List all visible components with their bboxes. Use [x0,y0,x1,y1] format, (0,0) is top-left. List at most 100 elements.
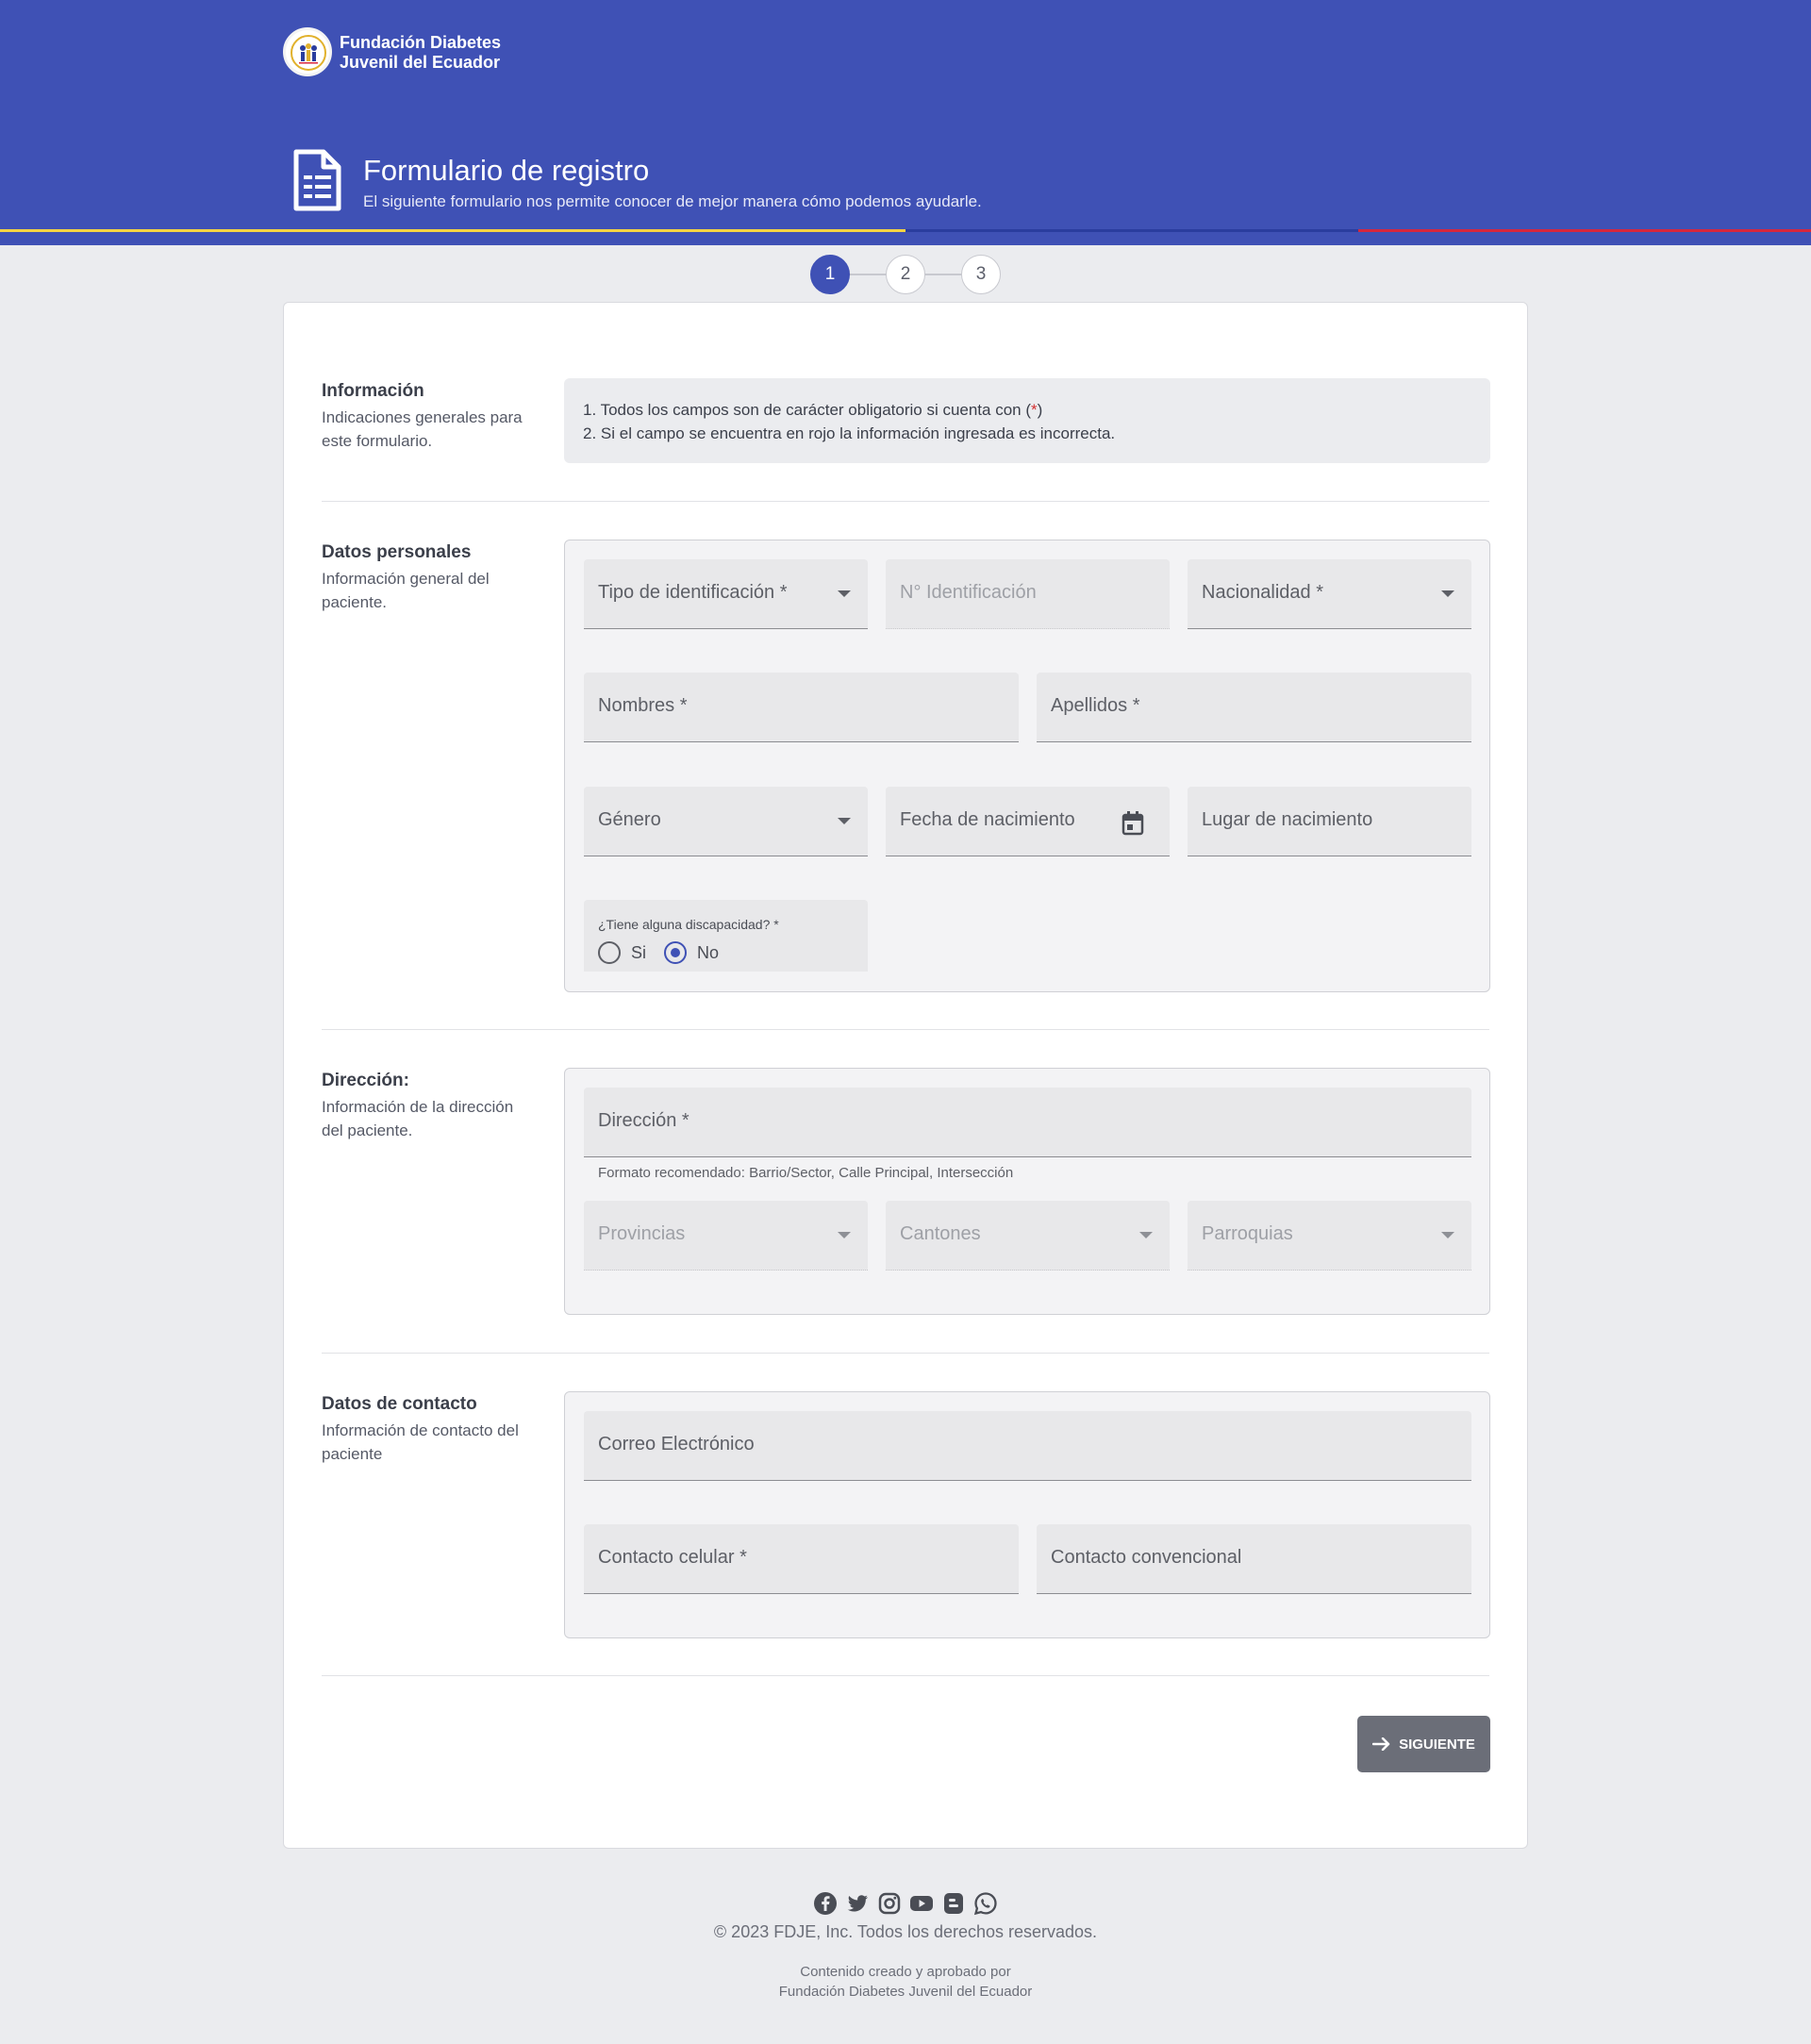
canton-select[interactable]: Cantones [886,1201,1170,1271]
address-section-title: Dirección: [322,1071,409,1090]
first-names-input[interactable]: Nombres * [584,673,1019,742]
landline-input[interactable]: Contacto convencional [1037,1524,1471,1594]
contact-section-desc: Información de contacto del paciente [322,1421,519,1463]
disability-no-label[interactable]: No [697,943,719,963]
arrow-right-icon [1372,1737,1390,1751]
document-icon [293,149,341,211]
stepper-connector [849,274,887,275]
flag-line-red [1358,229,1811,232]
address-section-desc: Información de la dirección del paciente… [322,1098,514,1139]
contact-section-label: Datos de contacto Información de contact… [322,1394,539,1466]
flag-line-yellow [0,229,906,232]
page-title: Formulario de registro [363,154,650,187]
instagram-icon[interactable] [877,1891,902,1916]
youtube-icon[interactable] [909,1891,934,1916]
personal-section-title: Datos personales [322,542,472,562]
disability-question: ¿Tiene alguna discapacidad? * [598,917,779,932]
parish-label: Parroquias [1202,1223,1293,1244]
footer-credit-line1: Contenido creado y aprobado por [800,1964,1011,1980]
email-label: Correo Electrónico [598,1434,755,1454]
disability-yes-label[interactable]: Si [631,943,646,963]
foundation-logo-icon [291,35,326,71]
address-hint: Formato recomendado: Barrio/Sector, Call… [598,1165,1014,1181]
dropdown-arrow-icon [1441,1232,1454,1238]
last-names-label: Apellidos * [1051,695,1140,716]
flag-line-blue [906,229,1358,232]
personal-data-panel: Tipo de identificación * N° Identificaci… [564,540,1490,992]
parish-select[interactable]: Parroquias [1188,1201,1471,1271]
last-names-input[interactable]: Apellidos * [1037,673,1471,742]
canton-label: Cantones [900,1223,981,1244]
section-divider [322,1029,1489,1030]
required-star: * [1031,401,1038,419]
province-label: Provincias [598,1223,686,1244]
dropdown-arrow-icon [1139,1232,1153,1238]
section-divider [322,1675,1489,1676]
id-type-select[interactable]: Tipo de identificación * [584,559,868,629]
blogger-icon[interactable] [941,1891,966,1916]
mobile-input[interactable]: Contacto celular * [584,1524,1019,1594]
info-section-desc: Indicaciones generales para este formula… [322,408,523,450]
info-line-2: 2. Si el campo se encuentra en rojo la i… [583,424,1116,442]
gender-select[interactable]: Género [584,787,868,856]
social-links [813,1891,998,1916]
foundation-logo[interactable] [283,27,332,76]
id-type-label: Tipo de identificación * [598,582,788,603]
whatsapp-icon[interactable] [973,1891,998,1916]
dropdown-arrow-icon [838,818,851,824]
personal-section-label: Datos personales Información general del… [322,542,539,614]
info-section-label: Información Indicaciones generales para … [322,381,539,453]
address-label: Dirección * [598,1110,690,1131]
brand-name-line2: Juvenil del Ecuador [340,53,501,72]
id-number-label: N° Identificación [900,582,1037,603]
nationality-label: Nacionalidad * [1202,582,1323,603]
copyright-text: © 2023 FDJE, Inc. Todos los derechos res… [713,1922,1098,1941]
footer-credit: Contenido creado y aprobado por Fundació… [0,1962,1811,2002]
first-names-label: Nombres * [598,695,688,716]
id-number-input[interactable]: N° Identificación [886,559,1170,629]
next-button[interactable]: SIGUIENTE [1357,1716,1490,1772]
dropdown-arrow-icon [838,1232,851,1238]
info-section-title: Información [322,381,424,401]
dropdown-arrow-icon [838,590,851,597]
stepper: 1 2 3 [810,255,1001,294]
step-2[interactable]: 2 [886,255,925,294]
disability-yes-radio[interactable] [598,941,621,964]
address-section-label: Dirección: Información de la dirección d… [322,1071,539,1142]
mobile-label: Contacto celular * [598,1547,747,1568]
brand-name-line1: Fundación Diabetes [340,33,502,52]
disability-radio-group: ¿Tiene alguna discapacidad? * Si No [584,900,868,972]
address-panel: Dirección * Formato recomendado: Barrio/… [564,1068,1490,1315]
landline-label: Contacto convencional [1051,1547,1242,1568]
twitter-icon[interactable] [845,1891,870,1916]
province-select[interactable]: Provincias [584,1201,868,1271]
registration-form-card: Información Indicaciones generales para … [283,302,1528,1849]
personal-section-desc: Información general del paciente. [322,570,490,611]
next-button-label: SIGUIENTE [1399,1736,1475,1753]
contact-panel: Correo Electrónico Contacto celular * Co… [564,1391,1490,1638]
step-3[interactable]: 3 [961,255,1001,294]
stepper-connector [924,274,962,275]
info-box: 1. Todos los campos son de carácter obli… [564,378,1490,463]
email-input[interactable]: Correo Electrónico [584,1411,1471,1481]
birth-place-input[interactable]: Lugar de nacimiento [1188,787,1471,856]
footer-credit-line2: Fundación Diabetes Juvenil del Ecuador [778,1984,1033,2000]
page-header: Fundación Diabetes Juvenil del Ecuador F… [0,0,1811,245]
facebook-icon[interactable] [813,1891,838,1916]
nationality-select[interactable]: Nacionalidad * [1188,559,1471,629]
birth-date-label: Fecha de nacimiento [900,809,1075,830]
section-divider [322,501,1489,502]
section-divider [322,1353,1489,1354]
dropdown-arrow-icon [1441,590,1454,597]
address-input[interactable]: Dirección * [584,1088,1471,1157]
birth-place-label: Lugar de nacimiento [1202,809,1373,830]
page-subtitle: El siguiente formulario nos permite cono… [363,192,982,210]
info-line-1: 1. Todos los campos son de carácter obli… [583,401,1043,419]
contact-section-title: Datos de contacto [322,1394,477,1414]
step-1[interactable]: 1 [810,255,850,294]
birth-date-input[interactable]: Fecha de nacimiento [886,787,1170,856]
brand-name: Fundación Diabetes Juvenil del Ecuador [340,33,501,73]
disability-no-radio[interactable] [664,941,687,964]
calendar-icon[interactable] [1121,811,1144,836]
gender-label: Género [598,809,661,830]
